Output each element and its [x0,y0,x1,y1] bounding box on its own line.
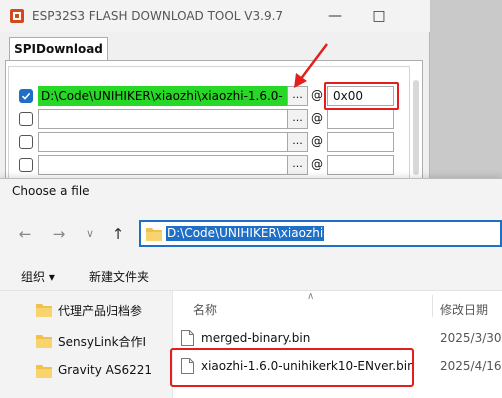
folder-icon [146,228,162,241]
row-2-path-input[interactable] [38,109,302,129]
red-arrow-icon [294,43,328,88]
file-date: 2025/4/16 [440,359,502,373]
checkmark-icon [21,92,31,100]
folder-icon [36,335,52,348]
file-icon [181,330,194,346]
new-folder-button[interactable]: 新建文件夹 [89,268,149,285]
row-3-at-label: @ [311,134,323,148]
file-name: merged-binary.bin [201,331,311,345]
row-4-checkbox[interactable] [19,158,33,172]
maximize-icon[interactable]: □ [369,6,389,26]
column-divider[interactable] [432,295,433,317]
column-header-modified[interactable]: 修改日期 [440,301,488,318]
row-3-browse-button[interactable]: ... [287,132,308,152]
row-2-at-label: @ [311,111,323,125]
nav-item-label: SensyLink合作I [58,335,147,349]
navigation-pane: 代理产品归档参 SensyLink合作I Gravity AS6221 [0,291,172,398]
address-bar[interactable]: D:\Code\UNIHIKER\xiaozhi [139,220,502,247]
row-4-path-input[interactable] [38,155,302,175]
tab-spidownload[interactable]: SPIDownload [9,37,108,61]
chevron-down-icon[interactable]: ∨ [82,226,98,242]
row-4-at-label: @ [311,157,323,171]
title-bar: ESP32S3 FLASH DOWNLOAD TOOL V3.9.7 — □ [0,0,430,32]
forward-arrow-icon[interactable]: → [51,226,67,242]
row-2-address-input[interactable] [327,109,394,129]
back-arrow-icon[interactable]: ← [17,226,33,242]
row-4-browse-button[interactable]: ... [287,155,308,175]
column-header-name[interactable]: 名称 [193,301,217,318]
row-3-checkbox[interactable] [19,135,33,149]
organize-menu-button[interactable]: 组织 ▾ [21,268,55,285]
row-1-checkbox[interactable] [19,89,33,103]
row-4-address-input[interactable] [327,155,394,175]
sort-chevron-icon: ∧ [307,291,315,302]
vertical-scrollbar[interactable] [413,80,419,175]
row-2-checkbox[interactable] [19,112,33,126]
dialog-title: Choose a file [12,184,90,198]
row-2-browse-button[interactable]: ... [287,109,308,129]
row-3-address-input[interactable] [327,132,394,152]
address-highlight-box [324,82,399,110]
file-date: 2025/3/30 [440,331,502,345]
row-3-path-input[interactable] [38,132,302,152]
file-row-2: ... @ [19,109,399,129]
row-1-path-input[interactable]: D:\Code\UNIHIKER\xiaozhi\xiaozhi-1.6.0- [38,86,302,106]
up-arrow-icon[interactable]: ↑ [110,226,126,242]
app-icon [10,9,24,23]
file-row-3: ... @ [19,132,399,152]
window-title: ESP32S3 FLASH DOWNLOAD TOOL V3.9.7 [32,9,284,23]
folder-icon [36,304,52,317]
folder-icon [36,365,52,378]
file-highlight-box [170,348,414,387]
file-list-item[interactable]: merged-binary.bin 2025/3/30 [181,328,502,350]
nav-item-label: Gravity AS6221 [58,363,153,377]
address-path-text: D:\Code\UNIHIKER\xiaozhi [166,226,325,241]
minimize-icon[interactable]: — [325,6,345,26]
file-row-4: ... @ [19,155,399,175]
nav-item-label: 代理产品归档参 [58,304,143,318]
row-1-at-label: @ [311,88,323,102]
